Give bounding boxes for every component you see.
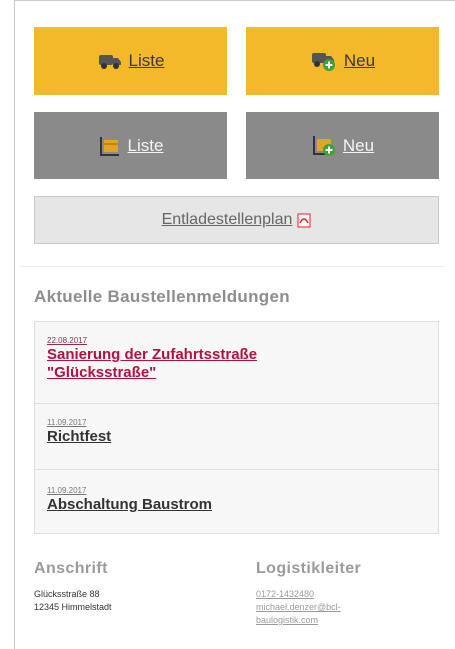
news-title[interactable]: Richtfest <box>47 428 438 445</box>
truck-list-button[interactable]: Liste <box>34 27 227 95</box>
unloading-plan-label: Entladestellenplan <box>161 211 293 228</box>
news-title[interactable]: Sanierung der Zufahrtsstraße <box>47 346 438 363</box>
package-new-button[interactable]: Neu <box>246 112 439 179</box>
pdf-icon <box>297 213 311 228</box>
news-item[interactable]: 11.09.2017 Abschaltung Baustrom <box>35 470 438 534</box>
logistics-contact: 0172-1432480 michael.denzer@bcl- baulogi… <box>256 588 341 627</box>
truck-list-label: Liste <box>128 51 165 70</box>
package-new-label: Neu <box>342 135 375 155</box>
package-list-button[interactable]: Liste <box>34 112 227 179</box>
truck-new-label: Neu <box>343 51 376 70</box>
address-street: Glücksstraße 88 <box>34 589 100 599</box>
news-title-cont[interactable]: "Glücksstraße" <box>47 364 438 381</box>
address-city: 12345 Himmelstadt <box>34 602 112 612</box>
package-list-label: Liste <box>127 135 164 155</box>
news-item[interactable]: 11.09.2017 Richtfest <box>35 404 438 470</box>
logistics-heading: Logistikleiter <box>256 560 362 577</box>
truck-add-icon <box>310 50 338 72</box>
package-add-icon <box>311 134 337 158</box>
email-link-cont[interactable]: baulogistik.com <box>256 614 341 627</box>
news-list: 22.08.2017 Sanierung der Zufahrtsstraße … <box>34 321 439 534</box>
news-heading: Aktuelle Baustellenmeldungen <box>34 287 290 306</box>
divider <box>20 266 445 267</box>
news-date: 11.09.2017 <box>47 486 87 495</box>
address-heading: Anschrift <box>34 560 108 577</box>
news-date: 22.08.2017 <box>47 336 88 345</box>
news-title[interactable]: Abschaltung Baustrom <box>47 496 438 513</box>
phone-link[interactable]: 0172-1432480 <box>256 588 341 601</box>
news-item[interactable]: 22.08.2017 Sanierung der Zufahrtsstraße … <box>35 322 438 404</box>
package-icon <box>98 135 122 157</box>
unloading-plan-button[interactable]: Entladestellenplan <box>34 196 439 244</box>
truck-new-button[interactable]: Neu <box>246 27 439 95</box>
truck-icon <box>97 51 123 71</box>
email-link[interactable]: michael.denzer@bcl- <box>256 601 341 614</box>
address-block: Glücksstraße 88 12345 Himmelstadt <box>34 588 112 614</box>
news-date: 11.09.2017 <box>47 418 87 427</box>
